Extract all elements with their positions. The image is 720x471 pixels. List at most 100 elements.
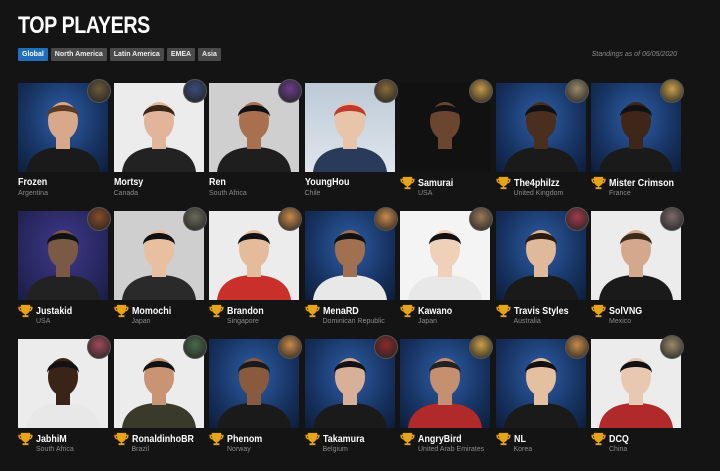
player-country: USA bbox=[36, 318, 51, 325]
player-name-row: Momochi bbox=[114, 304, 178, 318]
player-card[interactable]: Frozen Argentina bbox=[18, 79, 111, 211]
player-name-row: DCQ bbox=[591, 432, 632, 446]
player-card[interactable]: The4philzz United Kingdom bbox=[495, 79, 589, 211]
character-icon bbox=[469, 79, 493, 103]
trophy-icon bbox=[114, 432, 129, 446]
trophy-icon bbox=[305, 304, 320, 318]
player-name[interactable]: Mortsy bbox=[114, 176, 143, 188]
character-icon bbox=[564, 207, 589, 231]
page-title: TOP PLAYERS bbox=[18, 12, 150, 39]
player-card[interactable]: Samurai USA bbox=[400, 79, 493, 211]
character-icon bbox=[373, 207, 398, 231]
trophy-icon bbox=[18, 304, 33, 318]
player-card[interactable]: Mister Crimson France bbox=[591, 79, 684, 211]
player-country: Korea bbox=[513, 446, 533, 453]
player-name[interactable]: Ren bbox=[209, 176, 226, 188]
player-country: Belgium bbox=[322, 446, 348, 453]
trophy-icon bbox=[18, 432, 33, 446]
player-card[interactable]: Phenom Norway bbox=[209, 335, 302, 467]
character-icon bbox=[564, 79, 589, 103]
trophy-icon bbox=[496, 304, 511, 318]
player-country: Norway bbox=[227, 446, 251, 453]
character-icon bbox=[660, 335, 684, 359]
player-card[interactable]: Brandon Singapore bbox=[209, 207, 302, 339]
player-card[interactable]: Travis Styles Australia bbox=[495, 207, 589, 339]
player-country: United Arab Emirates bbox=[418, 446, 485, 453]
trophy-icon bbox=[400, 432, 415, 446]
player-name[interactable]: Frozen bbox=[18, 176, 47, 188]
character-icon bbox=[469, 335, 493, 359]
player-country: Australia bbox=[513, 318, 541, 325]
player-name[interactable]: MenaRD bbox=[323, 305, 359, 317]
trophy-icon bbox=[209, 304, 224, 318]
player-card[interactable]: Takamura Belgium bbox=[304, 335, 398, 467]
character-icon bbox=[373, 79, 398, 103]
trophy-icon bbox=[591, 304, 606, 318]
player-name[interactable]: Phenom bbox=[227, 433, 262, 445]
character-icon bbox=[660, 207, 684, 231]
player-country: South Africa bbox=[36, 446, 74, 453]
player-card[interactable]: YoungHou Chile bbox=[304, 79, 398, 211]
player-name[interactable]: Justakid bbox=[36, 305, 72, 317]
player-name[interactable]: JabhiM bbox=[36, 433, 67, 445]
player-country: Japan bbox=[131, 318, 151, 325]
tab-asia[interactable]: Asia bbox=[198, 48, 221, 61]
player-card[interactable]: SolVNG Mexico bbox=[591, 207, 684, 339]
player-name[interactable]: Kawano bbox=[418, 305, 452, 317]
player-country: Singapore bbox=[227, 318, 259, 325]
player-card[interactable]: NL Korea bbox=[495, 335, 589, 467]
player-name[interactable]: Mister Crimson bbox=[609, 177, 674, 189]
player-name[interactable]: Takamura bbox=[323, 433, 365, 445]
tab-latin-america[interactable]: Latin America bbox=[109, 48, 164, 61]
player-name-row: The4philzz bbox=[496, 176, 568, 190]
trophy-icon bbox=[209, 432, 224, 446]
player-name-row: Mortsy bbox=[114, 176, 148, 188]
character-icon bbox=[87, 79, 111, 103]
player-name[interactable]: RonaldinhoBR bbox=[132, 433, 194, 445]
player-name[interactable]: DCQ bbox=[609, 433, 629, 445]
player-country: Canada bbox=[113, 190, 139, 197]
player-card[interactable]: MenaRD Dominican Republic bbox=[304, 207, 398, 339]
character-icon bbox=[278, 79, 302, 103]
player-card[interactable]: JabhiM South Africa bbox=[18, 335, 111, 467]
player-name[interactable]: The4philzz bbox=[514, 177, 560, 189]
trophy-icon bbox=[114, 304, 129, 318]
player-name[interactable]: NL bbox=[514, 433, 526, 445]
tab-north-america[interactable]: North America bbox=[50, 48, 107, 61]
player-name-row: Samurai bbox=[400, 176, 459, 190]
player-country: France bbox=[609, 190, 631, 197]
player-card[interactable]: RonaldinhoBR Brazil bbox=[113, 335, 207, 467]
player-name-row: Brandon bbox=[209, 304, 270, 318]
player-country: South Africa bbox=[209, 190, 247, 197]
character-icon bbox=[278, 335, 302, 359]
player-card[interactable]: Justakid USA bbox=[18, 207, 111, 339]
player-name[interactable]: Brandon bbox=[227, 305, 264, 317]
player-name[interactable]: SolVNG bbox=[609, 305, 642, 317]
player-name[interactable]: AngryBird bbox=[418, 433, 462, 445]
player-card[interactable]: AngryBird United Arab Emirates bbox=[400, 335, 493, 467]
player-name-row: NL bbox=[496, 432, 528, 446]
player-name[interactable]: YoungHou bbox=[305, 176, 349, 188]
player-card[interactable]: Kawano Japan bbox=[400, 207, 493, 339]
character-icon bbox=[182, 79, 207, 103]
player-country: Brazil bbox=[131, 446, 150, 453]
player-name-row: Justakid bbox=[18, 304, 79, 318]
player-name[interactable]: Travis Styles bbox=[514, 305, 569, 317]
player-name-row: Frozen bbox=[18, 176, 52, 188]
player-card[interactable]: DCQ China bbox=[591, 335, 684, 467]
player-card[interactable]: Momochi Japan bbox=[113, 207, 207, 339]
player-name-row: YoungHou bbox=[305, 176, 357, 188]
player-country: Argentina bbox=[18, 190, 48, 197]
trophy-icon bbox=[496, 176, 511, 190]
trophy-icon bbox=[496, 432, 511, 446]
player-country: USA bbox=[418, 190, 433, 197]
tab-emea[interactable]: EMEA bbox=[166, 48, 196, 61]
player-card[interactable]: Mortsy Canada bbox=[113, 79, 207, 211]
character-icon bbox=[182, 335, 207, 359]
player-name[interactable]: Samurai bbox=[418, 177, 453, 189]
character-icon bbox=[469, 207, 493, 231]
player-name[interactable]: Momochi bbox=[132, 305, 171, 317]
tab-global[interactable]: Global bbox=[18, 48, 48, 61]
player-card[interactable]: Ren South Africa bbox=[209, 79, 302, 211]
trophy-icon bbox=[591, 432, 606, 446]
